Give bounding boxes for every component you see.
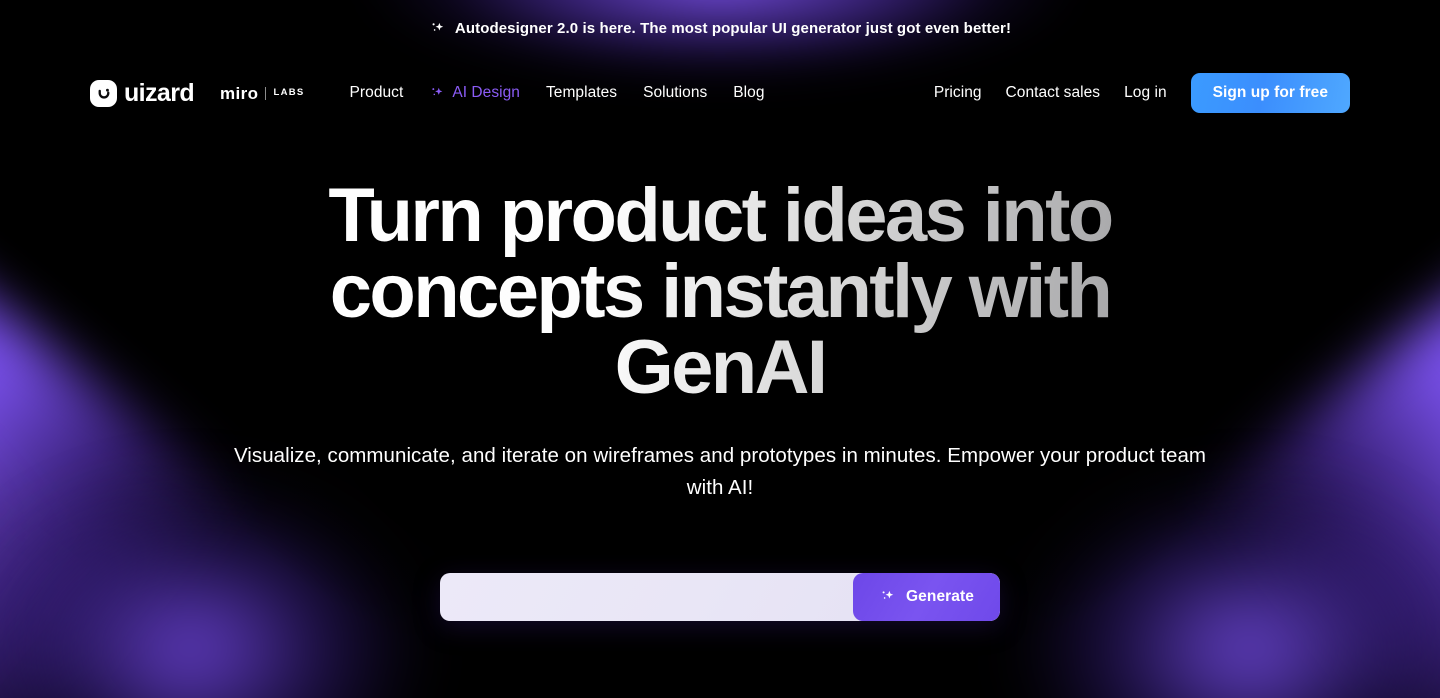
nav-item-log-in[interactable]: Log in (1124, 84, 1167, 102)
nav-item-label: Pricing (933, 84, 982, 101)
nav-item-blog[interactable]: Blog (733, 84, 764, 102)
announcement-text: Autodesigner 2.0 is here. The most popul… (454, 19, 1012, 37)
generate-button-label: Generate (906, 587, 974, 605)
nav-item-product[interactable]: Product (350, 84, 404, 102)
announcement-banner[interactable]: Autodesigner 2.0 is here. The most popul… (0, 0, 1440, 56)
nav-item-templates[interactable]: Templates (546, 84, 617, 102)
primary-navigation: Product AI Design Templates Solutions Bl… (350, 84, 765, 102)
nav-item-contact-sales[interactable]: Contact sales (1006, 84, 1101, 102)
uizard-smiley-logo-icon (90, 79, 117, 107)
miro-labs-lockup[interactable]: miro LABS (220, 85, 305, 102)
sparkle-icon (429, 85, 445, 101)
uizard-wordmark: uizard (124, 78, 195, 107)
nav-item-label: Contact sales (1005, 84, 1101, 101)
secondary-navigation: Pricing Contact sales Log in Sign up for… (934, 73, 1350, 113)
brand-lockup[interactable]: uizard miro LABS (90, 78, 305, 107)
page-title: Turn product ideas into concepts instant… (220, 178, 1220, 406)
hero-title-line-2: concepts instantly with GenAI (329, 249, 1111, 410)
site-header: uizard miro LABS Product AI Design Templ… (0, 56, 1440, 130)
nav-item-label: Log in (1124, 84, 1167, 101)
hero-subtitle: Visualize, communicate, and iterate on w… (233, 444, 1207, 500)
prompt-bar-container: Generate (440, 572, 1000, 621)
nav-item-pricing[interactable]: Pricing (934, 84, 982, 102)
labs-label: LABS (273, 87, 305, 99)
nav-item-ai-design[interactable]: AI Design (429, 84, 520, 102)
nav-item-label: Product (349, 84, 404, 101)
miro-wordmark: miro (220, 83, 259, 103)
sign-up-button[interactable]: Sign up for free (1190, 73, 1350, 113)
uizard-brand[interactable]: uizard (90, 78, 195, 107)
hero-title-line-1: Turn product ideas into (328, 173, 1112, 258)
landing-page: Autodesigner 2.0 is here. The most popul… (0, 0, 1440, 698)
sparkle-icon (879, 588, 896, 605)
hero-section: Turn product ideas into concepts instant… (0, 130, 1440, 698)
lockup-divider (265, 86, 267, 100)
nav-item-label: Solutions (643, 84, 708, 101)
nav-item-solutions[interactable]: Solutions (643, 84, 707, 102)
nav-item-label: Templates (545, 84, 618, 101)
prompt-input[interactable] (440, 572, 853, 621)
nav-item-label: AI Design (452, 84, 520, 101)
generate-button[interactable]: Generate (853, 572, 1000, 621)
prompt-bar: Generate (440, 572, 1000, 621)
nav-item-label: Blog (733, 84, 765, 101)
sparkle-icon (429, 20, 446, 37)
